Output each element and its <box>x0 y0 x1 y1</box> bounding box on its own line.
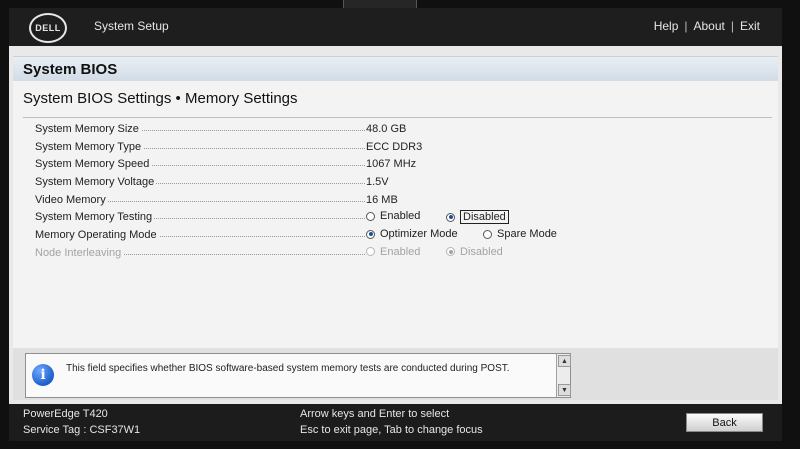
setting-value: 1.5V <box>366 176 389 189</box>
link-separator: | <box>730 19 734 33</box>
setting-label: System Memory Voltage <box>35 176 157 189</box>
spare-mode-radio[interactable]: Spare Mode <box>483 228 557 240</box>
radio-off-icon <box>483 229 492 239</box>
help-area: i This field specifies whether BIOS soft… <box>13 348 778 400</box>
settings-content: System BIOS Settings • Memory Settings S… <box>13 81 778 348</box>
about-link[interactable]: About <box>694 19 725 33</box>
keyboard-hint-exit: Esc to exit page, Tab to change focus <box>300 424 483 436</box>
dell-logo: DELL <box>29 13 67 43</box>
setting-label: Video Memory <box>35 193 108 206</box>
help-text: This field specifies whether BIOS softwa… <box>66 363 510 374</box>
setting-row-memory-type: System Memory Type ECC DDR3 <box>35 139 775 157</box>
panel-title: System BIOS <box>23 61 118 78</box>
setting-row-memory-size: System Memory Size 48.0 GB <box>35 121 775 139</box>
panel-title-bar: System BIOS <box>13 56 778 82</box>
help-scrollbar[interactable]: ▲ ▼ <box>556 354 571 397</box>
scroll-down-arrow-icon[interactable]: ▼ <box>558 384 571 396</box>
node-interleaving-enabled-radio: Enabled <box>366 246 420 258</box>
top-bar: DELL System Setup Help | About | Exit <box>9 8 782 46</box>
option-label: Enabled <box>380 210 421 223</box>
setting-label: Memory Operating Mode <box>35 229 159 242</box>
help-link[interactable]: Help <box>654 19 679 33</box>
setting-label: System Memory Size <box>35 123 141 135</box>
memory-testing-disabled-radio[interactable]: Disabled <box>446 210 509 225</box>
help-box: i This field specifies whether BIOS soft… <box>25 353 571 398</box>
option-label: Spare Mode <box>497 228 557 241</box>
setting-value: ECC DDR3 <box>366 140 423 153</box>
setting-row-memory-testing: System Memory Testing Enabled Disabled <box>35 209 775 227</box>
setting-value: 1067 MHz <box>366 158 417 171</box>
keyboard-hint-select: Arrow keys and Enter to select <box>300 408 450 420</box>
scroll-up-arrow-icon[interactable]: ▲ <box>558 355 571 367</box>
system-setup-screen: DELL System Setup Help | About | Exit Sy… <box>9 8 782 441</box>
setting-row-memory-operating-mode: Memory Operating Mode Optimizer Mode Spa… <box>35 227 775 245</box>
radio-off-icon <box>366 247 375 257</box>
service-tag: Service Tag : CSF37W1 <box>23 424 141 436</box>
link-separator: | <box>684 19 688 33</box>
setting-value: 16 MB <box>366 193 398 206</box>
footer-bar: PowerEdge T420 Service Tag : CSF37W1 Arr… <box>9 404 782 441</box>
optimizer-mode-radio[interactable]: Optimizer Mode <box>366 228 458 240</box>
option-label: Disabled <box>460 210 509 225</box>
setting-row-video-memory: Video Memory 16 MB <box>35 192 775 210</box>
info-icon: i <box>32 364 54 386</box>
back-button[interactable]: Back <box>686 413 763 432</box>
top-links: Help | About | Exit <box>654 19 760 33</box>
radio-on-icon <box>446 247 455 257</box>
setting-label: System Memory Testing <box>35 211 155 224</box>
setting-row-memory-speed: System Memory Speed 1067 MHz <box>35 156 775 174</box>
app-title: System Setup <box>94 19 169 33</box>
memory-testing-enabled-radio[interactable]: Enabled <box>366 210 420 222</box>
setting-row-memory-voltage: System Memory Voltage 1.5V <box>35 174 775 192</box>
option-label: Disabled <box>460 245 503 258</box>
setting-value: 48.0 GB <box>366 123 407 135</box>
option-label: Optimizer Mode <box>380 228 458 241</box>
title-divider <box>23 117 772 118</box>
page-title: System BIOS Settings • Memory Settings <box>23 90 298 107</box>
node-interleaving-disabled-radio: Disabled <box>446 246 503 258</box>
option-label: Enabled <box>380 245 421 258</box>
exit-link[interactable]: Exit <box>740 19 760 33</box>
radio-on-icon <box>446 212 455 222</box>
setting-label: System Memory Speed <box>35 158 152 171</box>
settings-list: System Memory Size 48.0 GB System Memory… <box>35 121 775 263</box>
setting-row-node-interleaving: Node Interleaving Enabled Disabled <box>35 245 775 263</box>
radio-on-icon <box>366 229 375 239</box>
radio-off-icon <box>366 211 375 221</box>
setting-label: System Memory Type <box>35 140 144 153</box>
system-model: PowerEdge T420 <box>23 408 108 420</box>
setting-label: Node Interleaving <box>35 246 124 259</box>
